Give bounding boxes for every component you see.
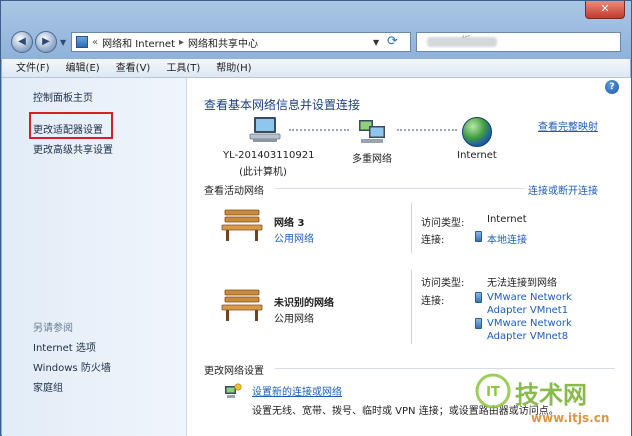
watermark-logo-icon: IT: [475, 373, 511, 409]
vmnet1-connection-link-line2[interactable]: Adapter VMnet1: [487, 305, 568, 316]
multiple-networks-label: 多重网络: [352, 154, 392, 165]
connections-label: 连接:: [421, 296, 445, 307]
vertical-divider: [411, 203, 412, 253]
setup-new-connection-link[interactable]: 设置新的连接或网络: [252, 383, 342, 398]
address-dropdown-icon[interactable]: ▼: [373, 38, 379, 47]
adapter-icon: [475, 231, 482, 242]
adapter-icon: [475, 292, 482, 303]
menu-file[interactable]: 文件(F): [8, 59, 58, 78]
network-name: 未识别的网络: [274, 298, 334, 309]
back-button[interactable]: ◀: [11, 31, 33, 53]
connections-label: 连接:: [421, 235, 445, 246]
section-divider: [275, 368, 615, 369]
public-network-bench-icon[interactable]: [221, 288, 263, 322]
new-connection-icon: [225, 383, 242, 398]
connect-disconnect-link[interactable]: 连接或断开连接: [528, 182, 598, 197]
access-type-value: Internet: [487, 214, 527, 225]
computer-name-label: YL-201403110921: [223, 150, 315, 161]
site-watermark: IT 技术网 www.itjs.cn: [475, 371, 625, 431]
control-panel-icon: [76, 36, 88, 48]
menu-tools[interactable]: 工具(T): [158, 59, 208, 78]
this-computer-label: (此计算机): [239, 167, 287, 178]
address-bar[interactable]: « 网络和 Internet ▸ 网络和共享中心: [71, 32, 411, 52]
section-divider: [275, 188, 525, 189]
network-name: 网络 3: [274, 218, 305, 229]
internet-globe-icon: [462, 117, 492, 147]
active-networks-heading: 查看活动网络: [204, 186, 264, 197]
recent-pages-dropdown-icon[interactable]: ▼: [60, 38, 66, 47]
watermark-badge: IT: [486, 385, 500, 400]
network-type-link[interactable]: 公用网络: [274, 230, 314, 245]
forward-button[interactable]: ▶: [35, 31, 57, 53]
refresh-icon[interactable]: ⟳: [387, 34, 403, 50]
change-advanced-sharing-link[interactable]: 更改高级共享设置: [33, 141, 113, 156]
watermark-url: www.itjs.cn: [531, 411, 610, 425]
menu-bar: 文件(F) 编辑(E) 查看(V) 工具(T) 帮助(H): [2, 59, 630, 78]
page-title: 查看基本网络信息并设置连接: [204, 98, 361, 112]
vertical-divider: [411, 270, 412, 344]
title-bar: ✕ ◀ ▶ ▼ « 网络和 Internet ▸ 网络和共享中心 ▼ ⟳ 板: [1, 1, 631, 59]
public-network-bench-icon[interactable]: [221, 208, 263, 242]
help-icon[interactable]: ?: [605, 80, 619, 94]
vmnet1-connection-link[interactable]: VMware Network: [487, 292, 572, 303]
breadcrumb-network-internet[interactable]: 网络和 Internet: [102, 35, 175, 50]
connector-line: [397, 129, 457, 131]
homegroup-link[interactable]: 家庭组: [33, 379, 63, 394]
view-full-map-link[interactable]: 查看完整映射: [538, 118, 598, 133]
close-button[interactable]: ✕: [585, 1, 625, 19]
search-input[interactable]: 板: [416, 32, 621, 52]
breadcrumb-separator[interactable]: ▸: [179, 37, 184, 48]
network-sharing-center-window: ✕ ◀ ▶ ▼ « 网络和 Internet ▸ 网络和共享中心 ▼ ⟳ 板 文…: [0, 0, 632, 436]
left-task-pane: 控制面板主页 更改适配器设置 更改高级共享设置 另请参阅 Internet 选项…: [2, 78, 187, 436]
network-type: 公用网络: [274, 314, 314, 325]
multiple-networks-icon: [359, 120, 385, 143]
menu-help[interactable]: 帮助(H): [208, 59, 259, 78]
windows-firewall-link[interactable]: Windows 防火墙: [33, 359, 111, 374]
breadcrumb-overflow[interactable]: «: [92, 37, 98, 48]
blurred-search-text: [427, 37, 497, 47]
access-type-label: 访问类型:: [421, 218, 465, 229]
vmnet8-connection-link[interactable]: VMware Network: [487, 318, 572, 329]
see-also-heading: 另请参阅: [33, 323, 73, 334]
change-settings-heading: 更改网络设置: [204, 366, 264, 377]
watermark-brand: 技术网: [515, 381, 587, 409]
menu-edit[interactable]: 编辑(E): [58, 59, 108, 78]
computer-icon: [249, 117, 281, 142]
local-connection-link[interactable]: 本地连接: [487, 231, 527, 246]
adapter-icon: [475, 318, 482, 329]
internet-options-link[interactable]: Internet 选项: [33, 339, 96, 354]
menu-view[interactable]: 查看(V): [108, 59, 159, 78]
internet-label: Internet: [457, 150, 497, 161]
vmnet8-connection-link-line2[interactable]: Adapter VMnet8: [487, 331, 568, 342]
control-panel-home-link[interactable]: 控制面板主页: [33, 89, 93, 104]
breadcrumb-sharing-center[interactable]: 网络和共享中心: [188, 35, 258, 50]
change-adapter-settings-link[interactable]: 更改适配器设置: [33, 121, 103, 136]
connector-line: [289, 129, 349, 131]
access-type-value: 无法连接到网络: [487, 278, 557, 289]
access-type-label: 访问类型:: [421, 278, 465, 289]
